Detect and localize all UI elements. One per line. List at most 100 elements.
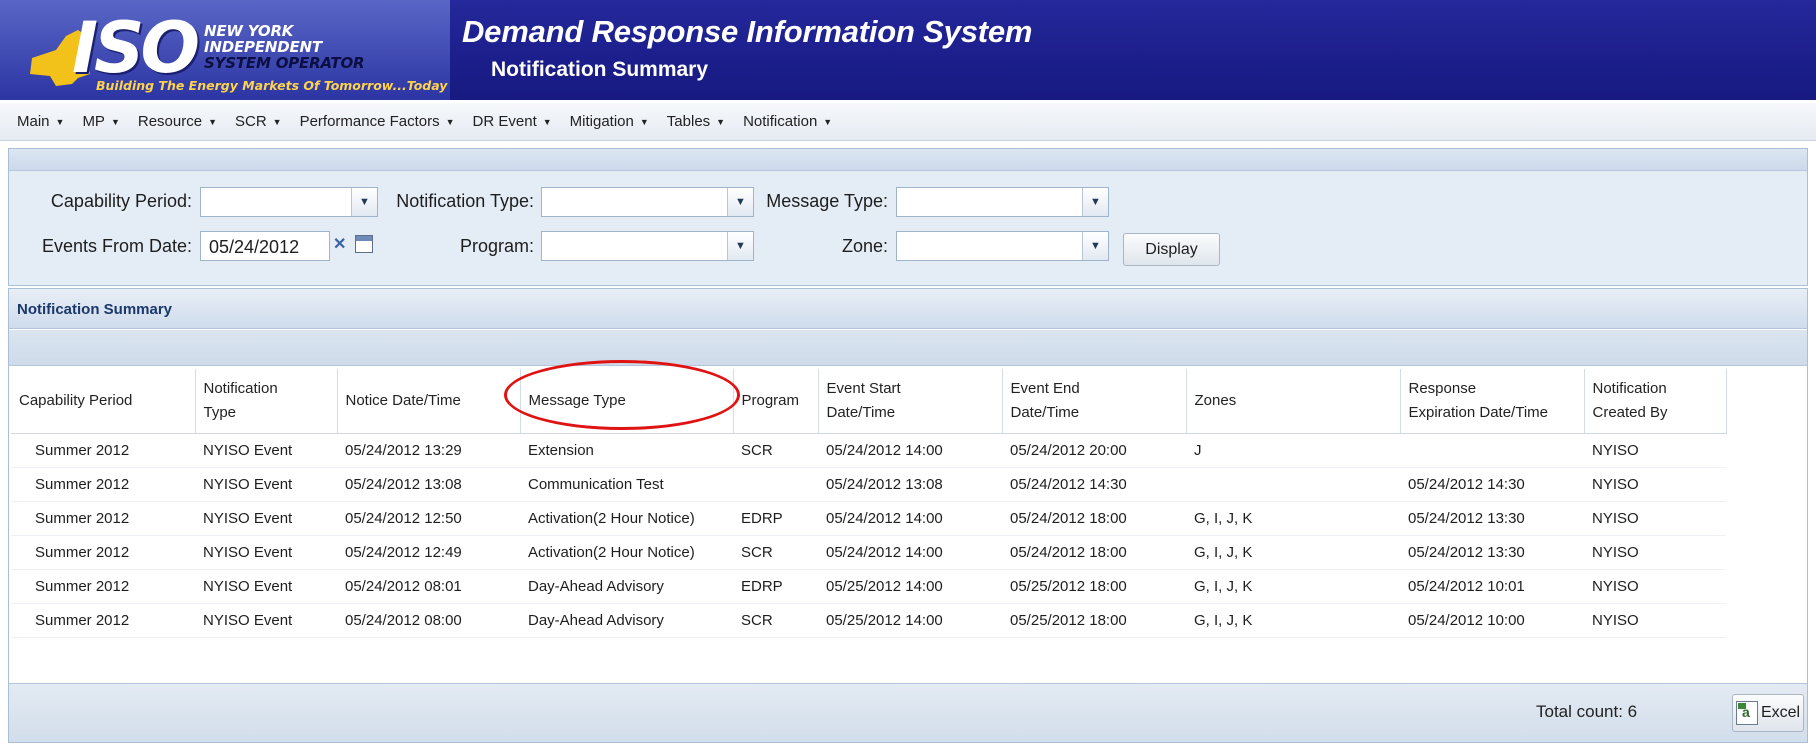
cell-program <box>733 467 818 502</box>
cell-message-type: Communication Test <box>520 467 733 502</box>
cell-response-expiration: 05/24/2012 14:30 <box>1400 467 1584 502</box>
chevron-down-icon[interactable]: ▼ <box>1082 188 1108 216</box>
cell-zones: J <box>1186 433 1400 468</box>
col-header-program[interactable]: Program <box>733 369 819 434</box>
cell-notice-date-time: 05/24/2012 08:00 <box>337 603 520 638</box>
notification-type-label: Notification Type: <box>396 191 534 211</box>
menu-main[interactable]: Main ▼ <box>17 113 64 130</box>
col-header-notice-date-time[interactable]: Notice Date/Time <box>337 369 521 434</box>
cell-notice-date-time: 05/24/2012 13:08 <box>337 467 520 502</box>
cell-created-by: NYISO <box>1584 433 1726 468</box>
col-header-response-expiration[interactable]: Response Expiration Date/Time <box>1400 369 1585 434</box>
calendar-icon[interactable] <box>355 235 373 253</box>
table-row[interactable]: Summer 2012 NYISO Event 05/24/2012 08:01… <box>11 569 1726 604</box>
chevron-down-icon[interactable]: ▼ <box>351 188 377 216</box>
caret-down-icon: ▼ <box>272 116 282 127</box>
notification-type-select[interactable]: ▼ <box>541 187 754 217</box>
menu-label: DR Event <box>472 113 537 130</box>
grid-title: Notification Summary <box>17 301 173 318</box>
cell-message-type: Activation(2 Hour Notice) <box>520 535 733 570</box>
menu-label: Performance Factors <box>299 113 440 130</box>
header-text: Notice Date/Time <box>345 391 461 409</box>
caret-down-icon: ▼ <box>639 116 649 127</box>
menu-notification[interactable]: Notification ▼ <box>743 113 832 130</box>
capability-period-select[interactable]: ▼ <box>200 187 378 217</box>
menu-tables[interactable]: Tables ▼ <box>667 113 725 130</box>
caret-down-icon: ▼ <box>716 116 726 127</box>
menu-label: MP <box>82 113 105 130</box>
notification-summary-panel: Notification Summary Capability Period N… <box>8 288 1808 743</box>
table-row[interactable]: Summer 2012 NYISO Event 05/24/2012 13:29… <box>11 433 1726 468</box>
cell-message-type: Activation(2 Hour Notice) <box>520 501 733 536</box>
cell-zones: G, I, J, K <box>1186 569 1400 604</box>
cell-zones: G, I, J, K <box>1186 535 1400 570</box>
logo-tagline: Building The Energy Markets Of Tomorrow.… <box>96 78 448 93</box>
system-title: Demand Response Information System <box>462 14 1033 49</box>
program-select[interactable]: ▼ <box>541 231 754 261</box>
app-header: ISO NEW YORK INDEPENDENT SYSTEM OPERATOR… <box>0 0 1816 100</box>
excel-export-button[interactable]: Excel <box>1732 694 1804 732</box>
header-text-line2: Expiration Date/Time <box>1408 403 1549 421</box>
logo-mark: ISO <box>72 7 200 89</box>
menu-mp[interactable]: MP ▼ <box>82 113 119 130</box>
cell-created-by: NYISO <box>1584 569 1726 604</box>
notification-table: Capability Period Notification Type Notic… <box>11 369 1727 638</box>
main-menu-bar: Main ▼ MP ▼ Resource ▼ SCR ▼ Performance Fac… <box>0 103 1816 141</box>
menu-label: Tables <box>666 113 711 130</box>
caret-down-icon: ▼ <box>208 116 217 127</box>
cell-notice-date-time: 05/24/2012 08:01 <box>337 569 520 604</box>
cell-notice-date-time: 05/24/2012 12:50 <box>337 501 520 536</box>
caret-down-icon: ▼ <box>110 116 120 127</box>
cell-message-type: Day-Ahead Advisory <box>520 603 733 638</box>
caret-down-icon: ▼ <box>445 116 455 127</box>
header-text: Response <box>1408 379 1477 397</box>
header-text-line2: Date/Time <box>1010 403 1080 421</box>
header-text: Zones <box>1194 391 1237 409</box>
header-text: Event Start <box>826 379 901 397</box>
zone-select[interactable]: ▼ <box>896 231 1109 261</box>
chevron-down-icon[interactable]: ▼ <box>727 188 753 216</box>
events-from-date-input[interactable]: 05/24/2012 <box>200 231 330 261</box>
cell-event-start: 05/24/2012 13:08 <box>818 467 1002 502</box>
events-from-date-label: Events From Date: <box>41 236 192 256</box>
col-header-capability-period[interactable]: Capability Period <box>11 369 196 434</box>
col-header-notification-type[interactable]: Notification Type <box>195 369 338 434</box>
total-count: Total count: 6 <box>1536 702 1638 721</box>
menu-performance-factors[interactable]: Performance Factors ▼ <box>300 113 455 130</box>
header-text: Notification <box>203 379 278 397</box>
cell-message-type: Extension <box>520 433 733 468</box>
cell-notification-type: NYISO Event <box>195 535 337 570</box>
clear-date-icon[interactable]: ✕ <box>333 234 346 254</box>
grid-toolbar <box>9 330 1807 366</box>
col-header-event-start[interactable]: Event Start Date/Time <box>818 369 1003 434</box>
zone-label: Zone: <box>841 236 888 256</box>
menu-scr[interactable]: SCR ▼ <box>235 113 282 130</box>
cell-message-type: Day-Ahead Advisory <box>520 569 733 604</box>
table-row[interactable]: Summer 2012 NYISO Event 05/24/2012 08:00… <box>11 603 1726 638</box>
menu-dr-event[interactable]: DR Event ▼ <box>473 113 552 130</box>
nyiso-logo: ISO NEW YORK INDEPENDENT SYSTEM OPERATOR… <box>0 0 450 100</box>
message-type-label: Message Type: <box>766 191 888 211</box>
table-row[interactable]: Summer 2012 NYISO Event 05/24/2012 13:08… <box>11 467 1726 502</box>
col-header-created-by[interactable]: Notification Created By <box>1584 369 1727 434</box>
grid-footer: Total count: 6 Excel <box>9 683 1807 742</box>
cell-capability-period: Summer 2012 <box>11 603 195 638</box>
col-header-event-end[interactable]: Event End Date/Time <box>1002 369 1187 434</box>
header-text: Notification <box>1592 379 1667 397</box>
chevron-down-icon[interactable]: ▼ <box>727 232 753 260</box>
table-row[interactable]: Summer 2012 NYISO Event 05/24/2012 12:50… <box>11 501 1726 536</box>
table-header-row: Capability Period Notification Type Notic… <box>11 369 1727 434</box>
chevron-down-icon[interactable]: ▼ <box>1082 232 1108 260</box>
cell-zones: G, I, J, K <box>1186 501 1400 536</box>
cell-notice-date-time: 05/24/2012 12:49 <box>337 535 520 570</box>
cell-event-end: 05/25/2012 18:00 <box>1002 569 1186 604</box>
table-row[interactable]: Summer 2012 NYISO Event 05/24/2012 12:49… <box>11 535 1726 570</box>
cell-notice-date-time: 05/24/2012 13:29 <box>337 433 520 468</box>
display-button[interactable]: Display <box>1123 233 1220 266</box>
excel-icon <box>1735 701 1758 725</box>
menu-mitigation[interactable]: Mitigation ▼ <box>570 113 649 130</box>
cell-capability-period: Summer 2012 <box>11 535 195 570</box>
menu-resource[interactable]: Resource ▼ <box>138 113 217 130</box>
message-type-select[interactable]: ▼ <box>896 187 1109 217</box>
col-header-zones[interactable]: Zones <box>1186 369 1401 434</box>
